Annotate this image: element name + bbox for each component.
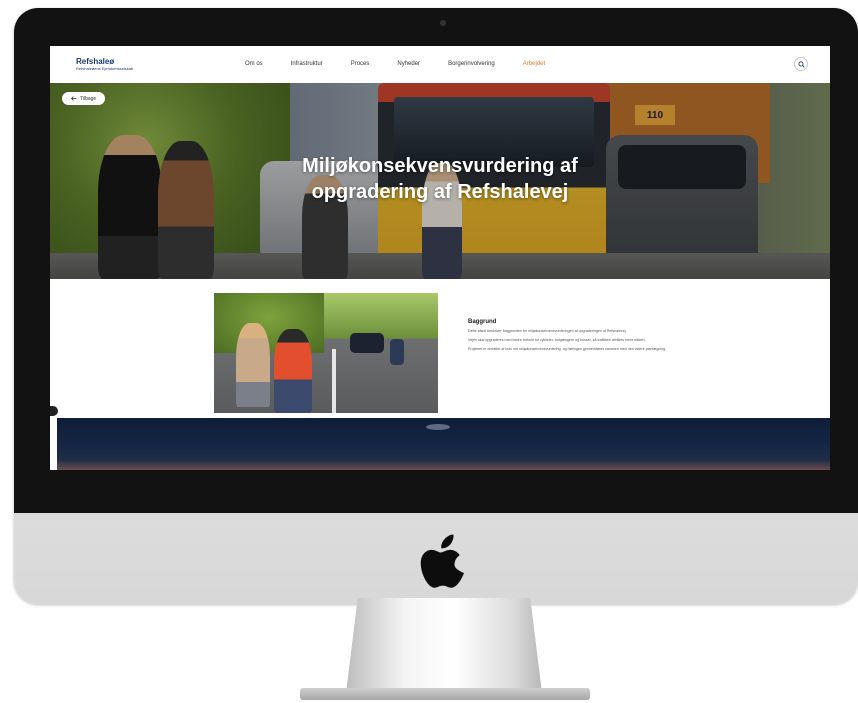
- photo-lane-marking: [332, 349, 336, 413]
- article-paragraph: Projektet er omfattet af krav om miljøko…: [468, 347, 667, 351]
- article-text: Baggrund Dette afsnit beskriver baggrund…: [468, 319, 696, 356]
- camera: [440, 20, 446, 26]
- search-button[interactable]: [794, 57, 808, 71]
- apple-logo-icon: [420, 534, 464, 588]
- photo-cyclist: [390, 339, 404, 365]
- page-title-line-1: Miljøkonsekvensvurdering af: [302, 155, 578, 177]
- page-title: Miljøkonsekvensvurdering af opgradering …: [225, 153, 655, 205]
- photo-car: [350, 333, 384, 353]
- nav-item-nyheder[interactable]: Nyheder: [397, 61, 420, 67]
- dock-highlight: [426, 424, 450, 430]
- photo-cyclist: [274, 329, 312, 413]
- nav-item-arbejdet[interactable]: Arbejdet: [523, 61, 545, 67]
- search-icon: [797, 60, 805, 68]
- site-logo[interactable]: Refshaleø Refshaleøens Ejendomsselskab: [76, 58, 133, 71]
- photo-pedestrian: [236, 323, 270, 407]
- website-screen: Refshaleø Refshaleøens Ejendomsselskab O…: [50, 46, 830, 470]
- article-heading: Baggrund: [468, 319, 497, 325]
- logo-subtitle: Refshaleøens Ejendomsselskab: [76, 66, 134, 71]
- article-paragraph: Dette afsnit beskriver baggrunden for mi…: [468, 329, 627, 333]
- main-nav: Om os Infrastruktur Proces Nyheder Borge…: [245, 61, 573, 67]
- page-title-line-2: opgradering af Refshalevej: [311, 181, 569, 203]
- hero-banner: 110 Tilbage Miljøkonsekvensvurdering af …: [50, 83, 830, 279]
- logo-name: Refshaleø: [76, 57, 115, 66]
- article-paragraph: Vejen skal opgraderes med bedre forhold …: [468, 338, 646, 342]
- imac-stand: [346, 598, 542, 693]
- nav-item-proces[interactable]: Proces: [351, 61, 370, 67]
- back-label: Tilbage: [80, 95, 97, 102]
- imac-stand-base: [300, 688, 590, 700]
- article-photo: [214, 293, 438, 413]
- arrow-left-icon: [71, 96, 77, 101]
- nav-item-om-os[interactable]: Om os: [245, 61, 263, 67]
- nav-item-infrastruktur[interactable]: Infrastruktur: [291, 61, 323, 67]
- back-button[interactable]: Tilbage: [62, 92, 106, 105]
- site-header: Refshaleø Refshaleøens Ejendomsselskab O…: [50, 46, 830, 83]
- nav-item-borgerinvolvering[interactable]: Borgerinvolvering: [448, 61, 495, 67]
